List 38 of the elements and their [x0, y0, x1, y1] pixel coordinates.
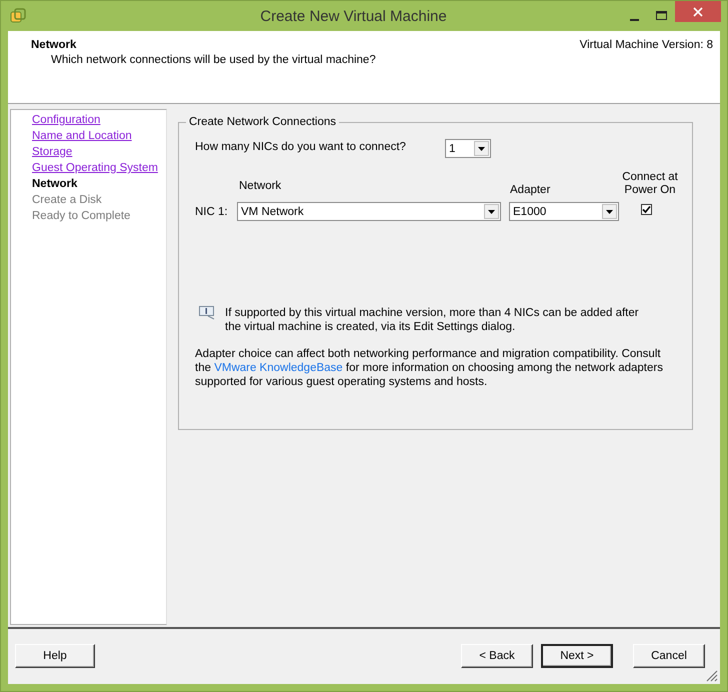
info-text: If supported by this virtual machine version, more than 4 NICs can be added after the virtual machine is created, via its Edit Settings dialog. — [225, 306, 640, 334]
column-header: Network — [239, 180, 282, 194]
step-link[interactable]: Guest Operating System — [32, 161, 166, 175]
step-link[interactable]: Configuration — [32, 113, 166, 127]
step-item: Create a Disk — [32, 193, 103, 207]
dialog-button[interactable]: Cancel — [633, 644, 705, 668]
checkbox[interactable] — [641, 204, 652, 214]
field-label: How many NICs do you want to connect? — [195, 140, 407, 152]
row-label: NIC 1: — [195, 206, 229, 218]
dialog-button[interactable]: Help — [15, 644, 95, 668]
caret-icon — [606, 210, 613, 214]
nic-count-dropdown[interactable]: 1 — [445, 139, 491, 158]
app-icon — [10, 8, 26, 24]
version-label: Virtual Machine Version: 8 — [580, 39, 713, 53]
column-header: Adapter — [510, 184, 552, 197]
group-title: Create Network Connections — [186, 116, 340, 128]
adapter-note: Adapter choice can affect both networking performance and migration compatibility. Consult the VMware KnowledgeBase for more information on choosing among the network adapters supported for various guest operating systems and hosts. — [195, 347, 664, 389]
resize-grip-icon — [706, 670, 718, 682]
step-link[interactable]: Name and Location — [32, 129, 166, 143]
step-link[interactable]: Storage — [32, 145, 166, 159]
minimize-icon — [630, 19, 639, 21]
step-item: Network — [32, 177, 78, 191]
adapter-dropdown[interactable]: E1000 — [509, 202, 619, 221]
maximize-icon — [656, 11, 668, 21]
close-icon — [693, 6, 703, 16]
knowledgebase-link[interactable]: VMware KnowledgeBase — [214, 362, 343, 374]
info-icon — [199, 306, 217, 320]
network-dropdown[interactable]: VM Network — [237, 202, 501, 221]
page-title: Network — [31, 39, 78, 51]
page-subtitle: Which network connections will be used by the virtual machine? — [51, 54, 376, 66]
close-button[interactable] — [675, 1, 721, 22]
dialog-button[interactable]: < Back — [461, 644, 533, 668]
dialog-button[interactable]: Next > — [541, 644, 613, 668]
column-header: Connect at Power On — [621, 171, 679, 197]
caret-icon — [478, 146, 485, 150]
window-title: Create New Virtual Machine — [259, 8, 448, 24]
step-item: Ready to Complete — [32, 209, 132, 223]
caret-icon — [488, 210, 495, 214]
